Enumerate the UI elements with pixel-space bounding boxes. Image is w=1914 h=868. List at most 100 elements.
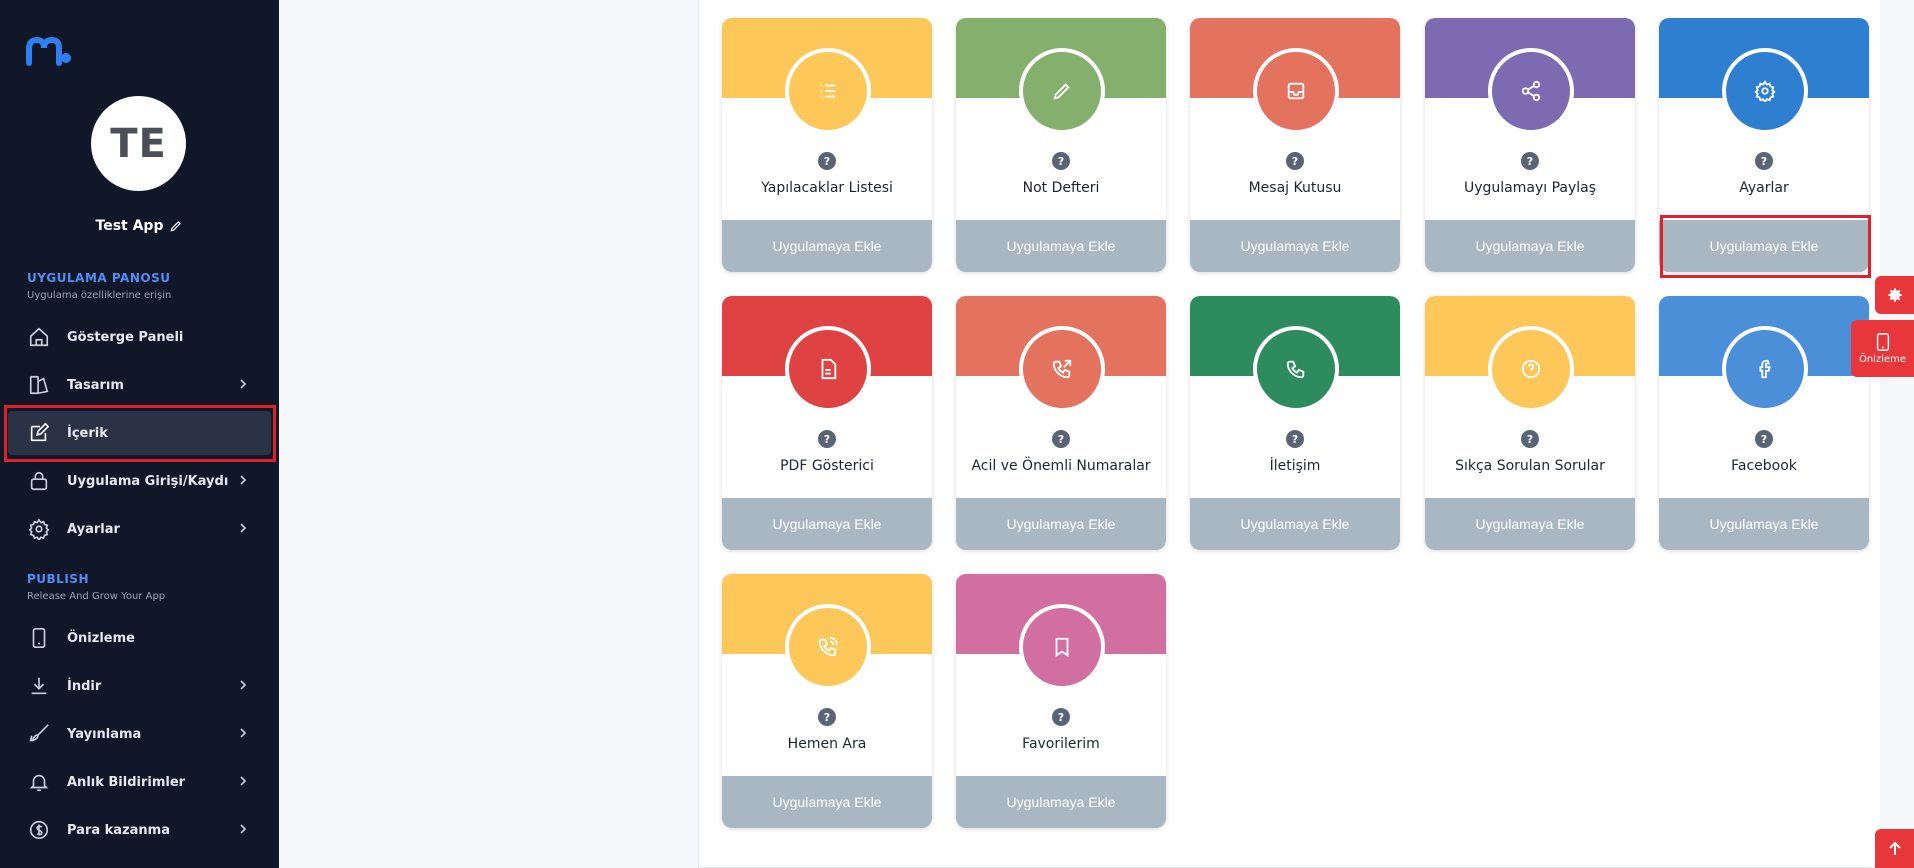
- app-name[interactable]: Test App: [0, 218, 279, 234]
- home-icon: [29, 327, 49, 347]
- add-to-app-button[interactable]: Uygulamaya Ekle: [956, 220, 1166, 272]
- sidebar-item-login[interactable]: Uygulama Girişi/Kaydı: [8, 459, 271, 503]
- sidebar-item-label: İçerik: [67, 425, 108, 441]
- arrow-up-icon: [1888, 841, 1901, 855]
- feature-card-facebook: ? Facebook Uygulamaya Ekle: [1659, 296, 1869, 550]
- section-subtitle-publish: Release And Grow Your App: [27, 591, 166, 602]
- facebook-icon: [1759, 359, 1771, 379]
- share-icon: [1521, 80, 1541, 102]
- inbox-icon: [1287, 82, 1305, 100]
- feature-card-notepad: ? Not Defteri Uygulamaya Ekle: [956, 18, 1166, 272]
- card-title: Uygulamayı Paylaş: [1463, 180, 1597, 196]
- floating-preview-button[interactable]: Önizleme: [1851, 320, 1914, 377]
- help-icon[interactable]: ?: [1052, 708, 1070, 726]
- card-title: PDF Gösterici: [780, 458, 874, 474]
- add-to-app-button[interactable]: Uygulamaya Ekle: [1425, 498, 1635, 550]
- phone-outgoing-icon: [1052, 359, 1072, 379]
- add-to-app-button[interactable]: Uygulamaya Ekle: [1190, 498, 1400, 550]
- pencil-icon: [1053, 83, 1070, 100]
- floating-preview-label: Önizleme: [1858, 353, 1907, 365]
- feature-card-settings: ? Ayarlar Uygulamaya Ekle: [1659, 18, 1869, 272]
- avatar[interactable]: TE: [91, 96, 186, 191]
- chevron-right-icon: [240, 728, 247, 738]
- sidebar-item-label: Gösterge Paneli: [67, 329, 184, 345]
- sidebar-item-label: Anlık Bildirimler: [67, 774, 186, 790]
- add-to-app-button[interactable]: Uygulamaya Ekle: [956, 776, 1166, 828]
- help-icon[interactable]: ?: [818, 430, 836, 448]
- card-title: Mesaj Kutusu: [1248, 180, 1342, 196]
- sidebar-item-content[interactable]: İçerik: [8, 411, 271, 455]
- gear-icon: [28, 518, 50, 540]
- help-icon[interactable]: ?: [1755, 430, 1773, 448]
- app-logo-icon[interactable]: [26, 36, 72, 66]
- add-to-app-button[interactable]: Uygulamaya Ekle: [722, 498, 932, 550]
- card-title: Facebook: [1731, 458, 1797, 474]
- card-title: Ayarlar: [1739, 180, 1789, 196]
- scroll-top-button[interactable]: [1875, 829, 1914, 868]
- card-icon-circle: [785, 326, 871, 412]
- card-icon-circle: [1488, 48, 1574, 134]
- sidebar-item-settings[interactable]: Ayarlar: [8, 507, 271, 551]
- help-icon[interactable]: ?: [1286, 430, 1304, 448]
- card-title: Favorilerim: [1022, 736, 1100, 752]
- chevron-right-icon: [240, 475, 247, 485]
- app-name-label: Test App: [95, 218, 164, 234]
- add-to-app-button[interactable]: Uygulamaya Ekle: [1425, 220, 1635, 272]
- gear-icon: [1754, 80, 1776, 102]
- help-icon[interactable]: ?: [1755, 152, 1773, 170]
- download-icon: [31, 677, 47, 695]
- card-icon-circle: [785, 604, 871, 690]
- card-title: İletişim: [1269, 458, 1321, 474]
- help-icon[interactable]: ?: [1521, 152, 1539, 170]
- card-title: Acil ve Önemli Numaralar: [971, 458, 1151, 474]
- feature-card-todo: ? Yapılacaklar Listesi Uygulamaya Ekle: [722, 18, 932, 272]
- card-icon-circle: [1019, 604, 1105, 690]
- chevron-right-icon: [240, 776, 247, 786]
- add-to-app-button[interactable]: Uygulamaya Ekle: [1659, 220, 1869, 272]
- feature-card-pdf: ? PDF Gösterici Uygulamaya Ekle: [722, 296, 932, 550]
- sidebar-item-label: Ayarlar: [67, 521, 120, 537]
- add-to-app-button[interactable]: Uygulamaya Ekle: [1659, 498, 1869, 550]
- list-icon: [820, 84, 836, 98]
- help-icon[interactable]: ?: [1052, 152, 1070, 170]
- sidebar-item-monetization[interactable]: Para kazanma: [8, 808, 271, 852]
- pencil-icon[interactable]: [169, 219, 183, 233]
- sidebar-item-dashboard[interactable]: Gösterge Paneli: [8, 315, 271, 359]
- card-icon-circle: [785, 48, 871, 134]
- card-title: Hemen Ara: [787, 736, 867, 752]
- help-icon[interactable]: ?: [818, 708, 836, 726]
- add-to-app-button[interactable]: Uygulamaya Ekle: [722, 220, 932, 272]
- help-icon[interactable]: ?: [1286, 152, 1304, 170]
- card-title: Yapılacaklar Listesi: [761, 180, 893, 196]
- sidebar-item-preview[interactable]: Önizleme: [8, 616, 271, 660]
- add-to-app-button[interactable]: Uygulamaya Ekle: [1190, 220, 1400, 272]
- chevron-right-icon: [240, 379, 247, 389]
- add-to-app-button[interactable]: Uygulamaya Ekle: [722, 776, 932, 828]
- sidebar-item-download[interactable]: İndir: [8, 664, 271, 708]
- feature-card-favorites: ? Favorilerim Uygulamaya Ekle: [956, 574, 1166, 828]
- help-icon: [1521, 359, 1541, 379]
- sidebar-item-publishing[interactable]: Yayınlama: [8, 712, 271, 756]
- sidebar-item-label: Para kazanma: [67, 822, 170, 838]
- design-icon: [29, 375, 49, 395]
- add-to-app-button[interactable]: Uygulamaya Ekle: [956, 498, 1166, 550]
- sidebar-item-label: Uygulama Girişi/Kaydı: [67, 473, 229, 489]
- help-icon[interactable]: ?: [1052, 430, 1070, 448]
- help-icon[interactable]: ?: [818, 152, 836, 170]
- section-title-publish: PUBLISH: [27, 572, 89, 586]
- sidebar-item-label: Önizleme: [67, 630, 135, 646]
- phone-icon: [1286, 360, 1305, 379]
- help-icon[interactable]: ?: [1521, 430, 1539, 448]
- sidebar-item-notifications[interactable]: Anlık Bildirimler: [8, 760, 271, 804]
- sidebar-item-label: İndir: [67, 678, 102, 694]
- card-icon-circle: [1019, 48, 1105, 134]
- card-title: Not Defteri: [1022, 180, 1100, 196]
- feature-card-share: ? Uygulamayı Paylaş Uygulamaya Ekle: [1425, 18, 1635, 272]
- mobile-icon: [1876, 332, 1889, 351]
- sidebar-item-design[interactable]: Tasarım: [8, 363, 271, 407]
- card-icon-circle: [1253, 326, 1339, 412]
- floating-settings-button[interactable]: [1875, 276, 1914, 314]
- rocket-icon: [29, 724, 49, 742]
- phone-call-icon: [818, 636, 839, 657]
- chevron-right-icon: [240, 523, 247, 533]
